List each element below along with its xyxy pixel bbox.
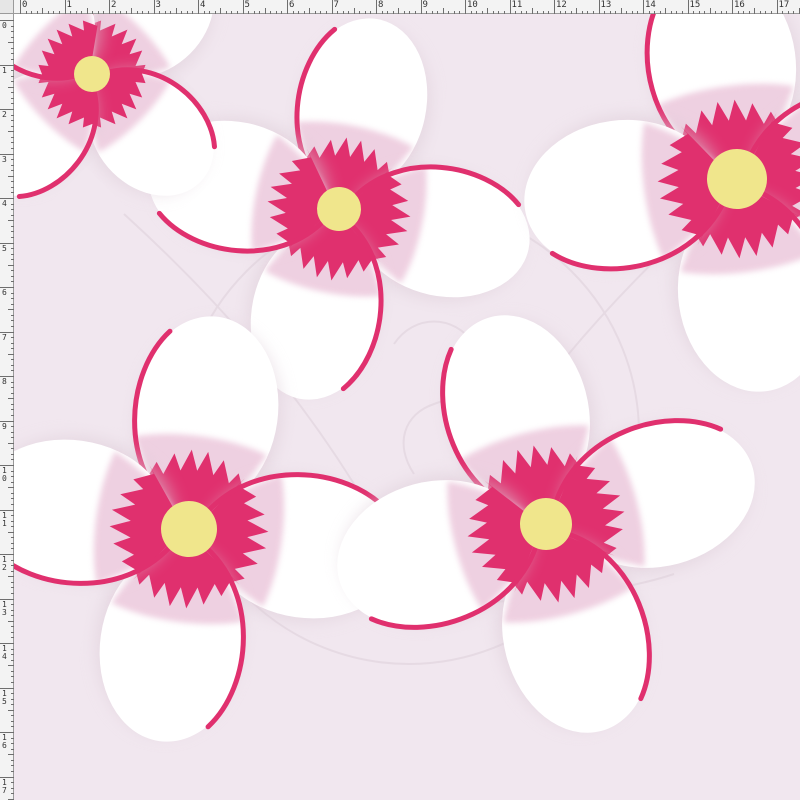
ruler-origin-corner xyxy=(0,0,14,14)
floral-pattern-artwork xyxy=(14,14,800,800)
ruler-tick xyxy=(465,0,466,14)
ruler-tick xyxy=(153,0,155,14)
ruler-tick xyxy=(643,0,644,14)
ruler-label: 11 xyxy=(511,0,523,10)
ruler-label: 12 xyxy=(556,0,567,10)
ruler-label: 6 xyxy=(289,0,295,10)
ruler-label: 16 xyxy=(2,733,7,750)
ruler-tick xyxy=(242,0,244,14)
ruler-label: 1 xyxy=(66,0,72,10)
ruler-label: 0 xyxy=(2,21,7,30)
ruler-tick xyxy=(554,0,555,14)
ruler-label: 7 xyxy=(333,0,339,10)
ruler-horizontal: 0 1 2 3 4 5 6 7 8 9 10 11 12 13 14 15 16 17 xyxy=(0,0,800,14)
ruler-tick xyxy=(732,0,733,14)
ruler-label: 9 xyxy=(422,0,428,10)
ruler-tick xyxy=(687,0,689,14)
ruler-label: 14 xyxy=(645,0,656,10)
fabric-print-canvas xyxy=(14,14,800,800)
ruler-label: 17 xyxy=(778,0,790,10)
ruler-tick xyxy=(598,0,600,14)
ruler-tick xyxy=(420,0,422,14)
ruler-tick xyxy=(331,0,333,14)
ruler-label: 10 xyxy=(467,0,478,10)
ruler-label: 5 xyxy=(2,243,7,253)
ruler-label: 11 xyxy=(2,510,7,528)
ruler-label: 8 xyxy=(378,0,384,10)
ruler-tick xyxy=(509,0,511,14)
ruler-tick xyxy=(64,0,66,14)
ruler-label: 8 xyxy=(2,377,7,386)
ruler-label: 2 xyxy=(111,0,117,10)
ruler-vertical: 0 1 2 3 4 5 6 7 8 9 10 11 12 13 14 15 16 17 xyxy=(0,0,14,800)
ruler-label: 15 xyxy=(2,688,7,706)
ruler-label: 5 xyxy=(244,0,250,10)
ruler-label: 14 xyxy=(2,644,7,661)
ruler-label: 17 xyxy=(2,777,7,795)
ruler-tick xyxy=(109,0,110,14)
ruler-label: 13 xyxy=(2,599,7,617)
ruler-label: 6 xyxy=(2,288,7,297)
ruler-label: 3 xyxy=(155,0,161,10)
ruler-label: 13 xyxy=(600,0,612,10)
ruler-tick xyxy=(20,0,21,14)
ruler-label: 9 xyxy=(2,421,7,431)
ruler-tick xyxy=(287,0,288,14)
ruler-tick xyxy=(198,0,199,14)
ruler-label: 16 xyxy=(734,0,745,10)
ruler-label: 15 xyxy=(689,0,701,10)
ruler-label: 4 xyxy=(200,0,206,10)
ruler-label: 1 xyxy=(2,65,7,75)
ruler-label: 10 xyxy=(2,466,7,483)
ruler-tick xyxy=(776,0,778,14)
ruler-label: 2 xyxy=(2,110,7,119)
ruler-tick xyxy=(376,0,377,14)
ruler-label: 4 xyxy=(2,199,7,208)
ruler-label: 0 xyxy=(22,0,28,10)
ruler-label: 7 xyxy=(2,332,7,342)
ruler-label: 3 xyxy=(2,154,7,164)
ruler-label: 12 xyxy=(2,555,7,572)
